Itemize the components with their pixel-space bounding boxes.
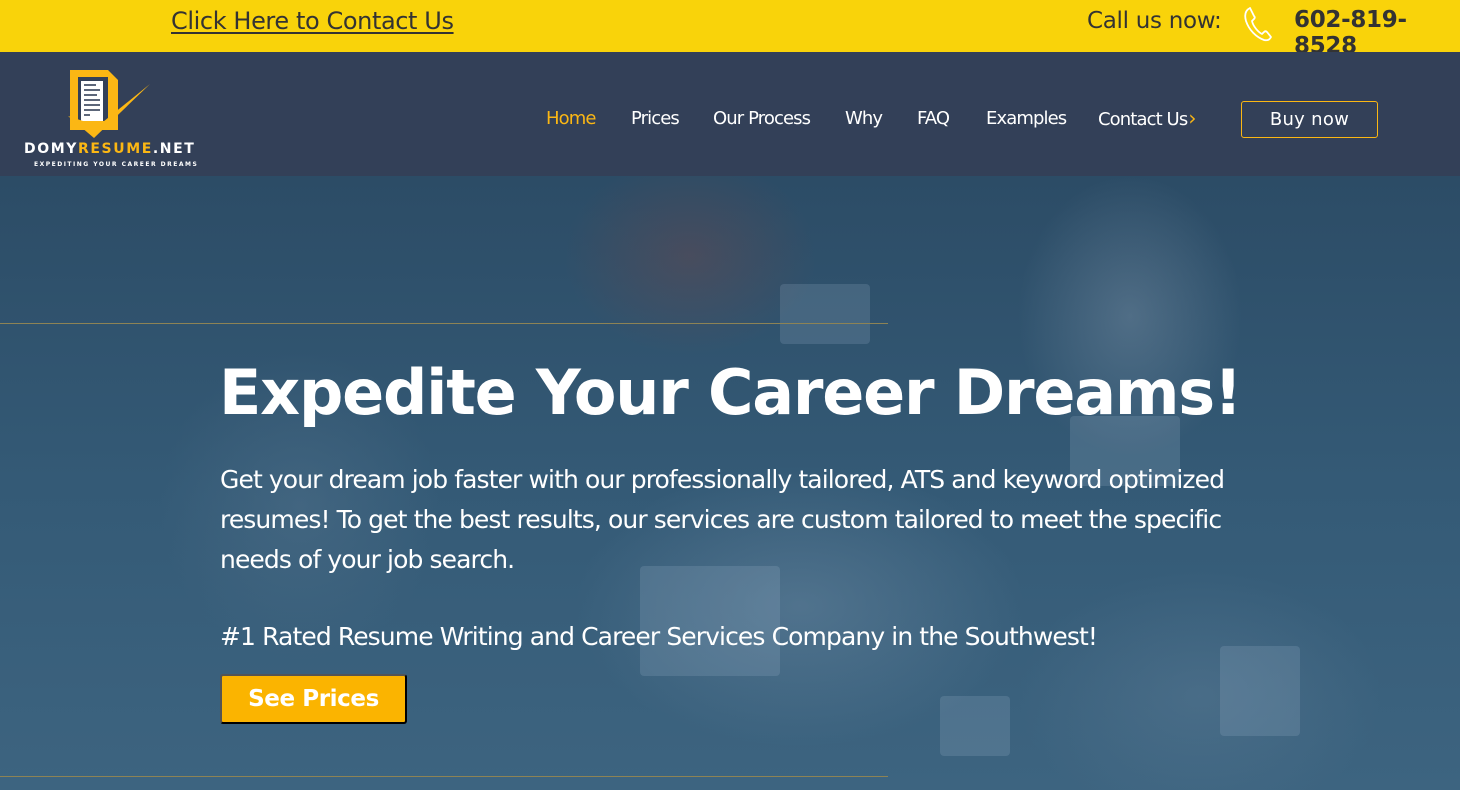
bottom-divider-line: [0, 776, 888, 777]
background-photo-detail: [1220, 646, 1300, 736]
resume-checkmark-logo-icon: [68, 70, 150, 138]
call-us-label: Call us now:: [1087, 8, 1222, 34]
hero-rating-text: #1 Rated Resume Writing and Career Servi…: [220, 622, 1098, 651]
nav-item-home[interactable]: Home: [546, 108, 596, 129]
nav-item-why[interactable]: Why: [845, 108, 883, 129]
nav-item-faq[interactable]: FAQ: [917, 108, 950, 129]
background-photo-detail: [780, 284, 870, 344]
nav-item-examples[interactable]: Examples: [986, 108, 1067, 129]
nav-item-contact-us[interactable]: Contact Us›: [1098, 106, 1196, 130]
brand-name: DOMYRESUME.NET: [24, 141, 196, 157]
nav-item-contact-us-label: Contact Us: [1098, 109, 1188, 130]
hero-title: Expedite Your Career Dreams!: [219, 356, 1242, 429]
see-prices-button[interactable]: See Prices: [220, 674, 407, 724]
site-logo[interactable]: DOMYRESUME.NET EXPEDITING YOUR CAREER DR…: [22, 68, 202, 168]
brand-tagline: EXPEDITING YOUR CAREER DREAMS: [34, 161, 199, 168]
chevron-right-icon: ›: [1188, 106, 1196, 130]
top-divider-line: [0, 323, 888, 324]
hero-description: Get your dream job faster with our profe…: [220, 465, 1225, 574]
nav-item-our-process[interactable]: Our Process: [713, 108, 811, 129]
top-contact-bar: Click Here to Contact Us Call us now: 60…: [0, 0, 1460, 59]
phone-icon: [1240, 4, 1276, 44]
nav-item-prices[interactable]: Prices: [631, 108, 680, 129]
contact-us-link[interactable]: Click Here to Contact Us: [171, 7, 454, 35]
main-header: DOMYRESUME.NET EXPEDITING YOUR CAREER DR…: [0, 52, 1460, 176]
buy-now-button[interactable]: Buy now: [1241, 101, 1378, 138]
background-photo-detail: [940, 696, 1010, 756]
background-photo-detail: [640, 566, 780, 676]
hero-section: Expedite Your Career Dreams! Get your dr…: [0, 176, 1460, 790]
